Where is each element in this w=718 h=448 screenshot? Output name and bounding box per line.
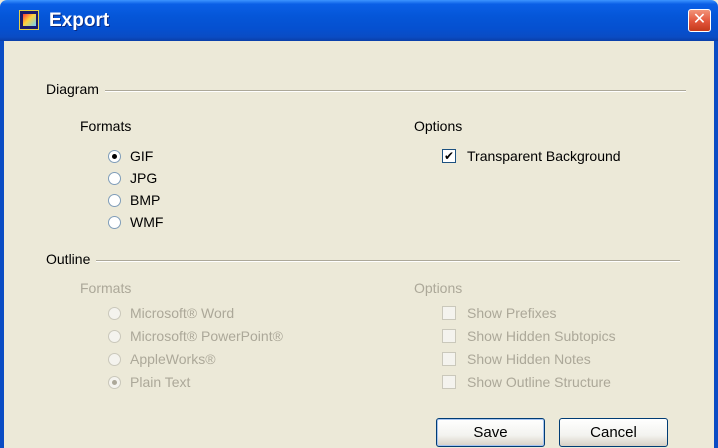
checkbox-label: Show Hidden Notes: [467, 351, 591, 367]
radio-label: GIF: [130, 148, 154, 164]
window-frame-right: [714, 41, 718, 448]
checkbox-label: Show Hidden Subtopics: [467, 328, 616, 344]
outline-format-appleworks-radio: AppleWorks®: [108, 351, 216, 367]
save-button[interactable]: Save: [436, 418, 545, 447]
checkbox-icon: [442, 352, 456, 366]
diagram-group-label: Diagram: [46, 81, 105, 97]
radio-button-icon: [108, 329, 121, 343]
show-hidden-notes-checkbox: Show Hidden Notes: [442, 351, 591, 367]
diagram-format-gif-radio[interactable]: GIF: [108, 148, 153, 164]
radio-label: JPG: [130, 170, 158, 186]
checkbox-icon: [442, 329, 456, 343]
show-prefixes-checkbox: Show Prefixes: [442, 305, 556, 321]
transparent-background-checkbox[interactable]: ✔ Transparent Background: [442, 148, 621, 164]
radio-label: BMP: [130, 192, 161, 208]
checkmark-icon[interactable]: ✔: [442, 149, 456, 163]
radio-button-icon: [108, 352, 121, 366]
title-bar[interactable]: Export ✕: [0, 0, 718, 41]
radio-button-icon[interactable]: [108, 171, 121, 185]
checkbox-label: Transparent Background: [467, 148, 621, 164]
cancel-button[interactable]: Cancel: [559, 418, 668, 447]
diagram-format-bmp-radio[interactable]: BMP: [108, 192, 160, 208]
window-frame-left: [0, 41, 4, 448]
radio-button-icon[interactable]: [108, 193, 121, 207]
outline-group-label: Outline: [46, 251, 97, 267]
outline-format-powerpoint-radio: Microsoft® PowerPoint®: [108, 328, 283, 344]
outline-formats-label: Formats: [80, 280, 132, 296]
outline-options-label: Options: [414, 280, 463, 296]
checkbox-icon: [442, 375, 456, 389]
show-hidden-subtopics-checkbox: Show Hidden Subtopics: [442, 328, 616, 344]
diagram-options-label: Options: [414, 118, 463, 134]
diagram-group-divider: [46, 90, 686, 92]
export-dialog: Export ✕ Diagram Formats Options GIF JPG…: [0, 0, 718, 448]
radio-label: AppleWorks®: [130, 351, 216, 367]
show-outline-structure-checkbox: Show Outline Structure: [442, 374, 611, 390]
checkbox-label: Show Outline Structure: [467, 374, 611, 390]
diagram-format-jpg-radio[interactable]: JPG: [108, 170, 157, 186]
outline-group-divider: [46, 260, 680, 262]
radio-button-icon[interactable]: [108, 215, 121, 229]
radio-label: Microsoft® Word: [130, 305, 235, 321]
diagram-format-wmf-radio[interactable]: WMF: [108, 214, 163, 230]
app-logo-icon: [19, 10, 39, 30]
radio-label: Microsoft® PowerPoint®: [130, 328, 283, 344]
diagram-formats-label: Formats: [80, 118, 132, 134]
outline-format-plain-text-radio: Plain Text: [108, 374, 190, 390]
close-button[interactable]: ✕: [688, 9, 711, 32]
window-title: Export: [49, 10, 110, 31]
checkbox-label: Show Prefixes: [467, 305, 557, 321]
outline-format-word-radio: Microsoft® Word: [108, 305, 234, 321]
radio-label: Plain Text: [130, 374, 191, 390]
radio-label: WMF: [130, 214, 164, 230]
radio-button-icon[interactable]: [108, 149, 121, 163]
checkbox-icon: [442, 306, 456, 320]
radio-button-icon: [108, 306, 121, 320]
radio-button-icon: [108, 375, 121, 389]
